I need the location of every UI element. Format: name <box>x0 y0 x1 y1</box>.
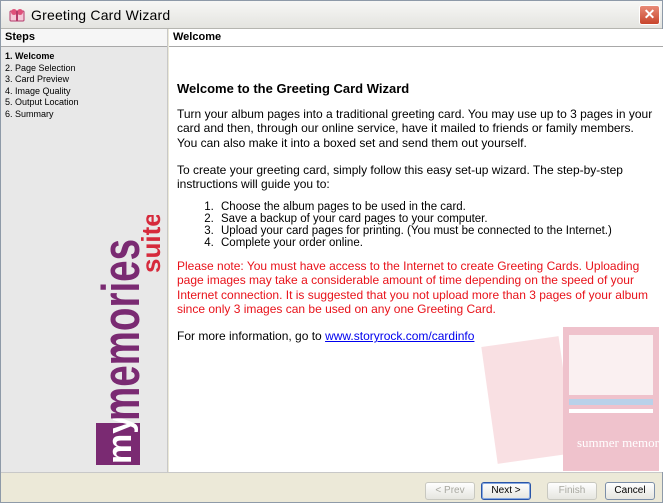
finish-button[interactable]: Finish <box>547 482 597 500</box>
my-memories-suite-logo: my memories suite <box>92 215 166 465</box>
logo-my-text: my <box>101 415 139 464</box>
bg-art-text: summer memories <box>577 435 661 450</box>
steps-pane: Steps 1. Welcome 2. Page Selection 3. Ca… <box>1 29 168 472</box>
step-page-selection: 2. Page Selection <box>5 62 76 73</box>
logo-suite-text: suite <box>136 215 166 273</box>
step-output-location: 5. Output Location <box>5 97 79 107</box>
button-bar: < Prev Next > Finish Cancel <box>1 472 662 502</box>
main-pane: Welcome summer memories Welcome to the G… <box>169 29 663 472</box>
instructions-paragraph: To create your greeting card, simply fol… <box>177 162 623 192</box>
title-bar[interactable]: Greeting Card Wizard ✕ <box>1 1 662 29</box>
intro-paragraph: Turn your album pages into a traditional… <box>177 107 653 150</box>
wizard-window: Greeting Card Wizard ✕ Steps 1. Welcome … <box>0 0 663 503</box>
list-item: Upload your card pages for printing. (Yo… <box>217 225 657 237</box>
cancel-button[interactable]: Cancel <box>605 482 655 500</box>
step-summary: 6. Summary <box>5 108 54 119</box>
close-button[interactable]: ✕ <box>639 5 660 25</box>
step-card-preview: 3. Card Preview <box>5 74 70 84</box>
step-image-quality: 4. Image Quality <box>5 85 71 96</box>
main-header: Welcome <box>169 29 663 47</box>
list-item: Save a backup of your card pages to your… <box>217 213 657 225</box>
next-button[interactable]: Next > <box>481 482 531 500</box>
internet-note: Please note: You must have access to the… <box>177 259 648 316</box>
steps-header: Steps <box>1 29 167 47</box>
card-info-link[interactable]: www.storyrock.com/cardinfo <box>325 329 474 343</box>
list-item: Choose the album pages to be used in the… <box>217 201 657 213</box>
list-item: Complete your order online. <box>217 237 657 249</box>
welcome-heading: Welcome to the Greeting Card Wizard <box>177 81 410 96</box>
more-info-line: For more information, go to www.storyroc… <box>177 329 657 343</box>
step-welcome: 1. Welcome <box>5 51 55 61</box>
steps-list: 1. Welcome 2. Page Selection 3. Card Pre… <box>1 47 167 120</box>
prev-button[interactable]: < Prev <box>425 482 475 500</box>
greeting-card-icon <box>9 9 25 22</box>
close-icon: ✕ <box>643 6 656 22</box>
more-info-prefix: For more information, go to <box>177 329 326 344</box>
window-title: Greeting Card Wizard <box>31 7 171 23</box>
steps-instruction-list: Choose the album pages to be used in the… <box>217 201 657 249</box>
welcome-content: Welcome to the Greeting Card Wizard Turn… <box>177 81 657 356</box>
